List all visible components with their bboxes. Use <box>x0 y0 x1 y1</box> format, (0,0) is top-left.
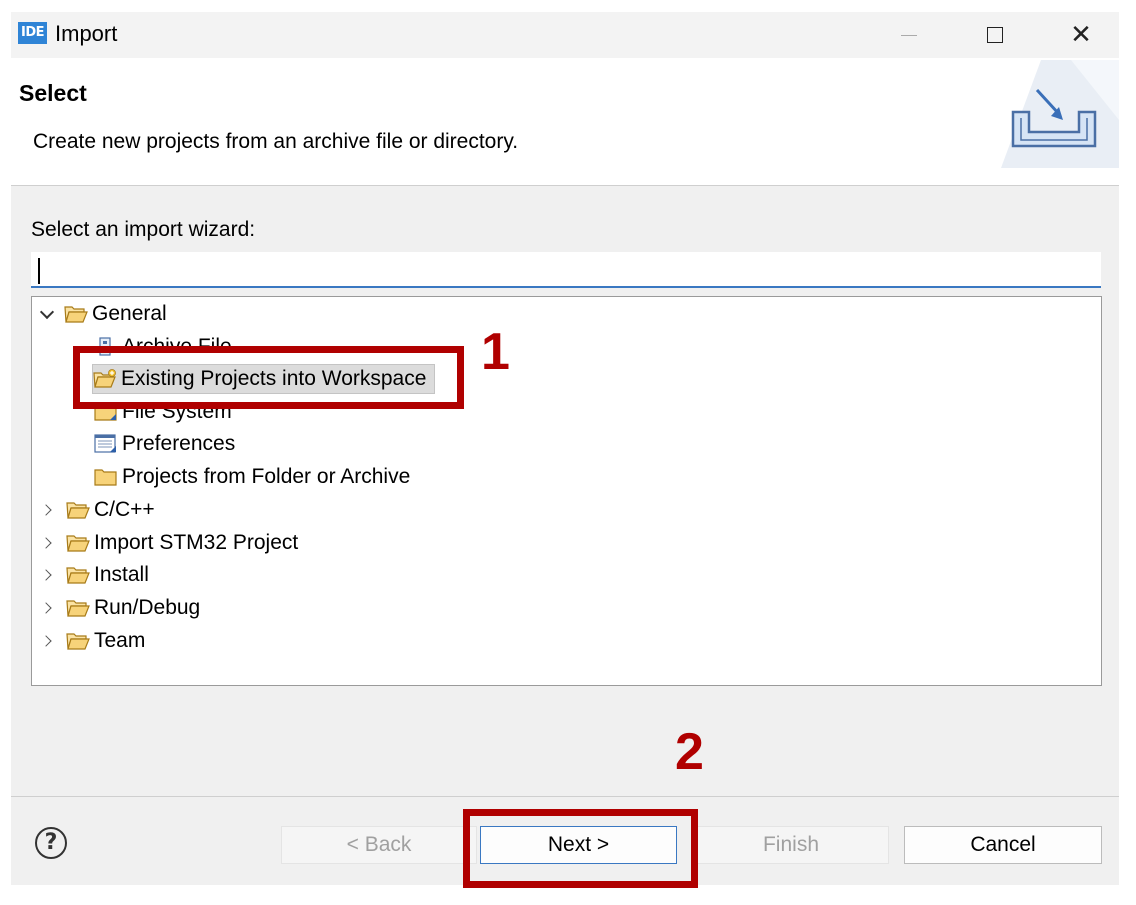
text-caret <box>38 258 40 284</box>
footer-divider <box>11 796 1119 797</box>
tree-node-cpp[interactable]: C/C++ <box>42 495 155 525</box>
tree-node-label: Team <box>94 629 146 652</box>
tree-node-label: Projects from Folder or Archive <box>122 465 411 488</box>
folder-icon <box>94 469 117 486</box>
annotation-number-step1: 1 <box>481 323 510 381</box>
tree-node-team[interactable]: Team <box>42 626 145 656</box>
app-logo-icon: IDE <box>18 22 47 44</box>
annotation-box-step2 <box>463 809 698 888</box>
folder-open-icon <box>66 535 90 552</box>
tree-node-label: C/C++ <box>94 498 155 521</box>
chevron-down-icon[interactable] <box>40 307 54 321</box>
minimize-icon <box>901 34 917 36</box>
wizard-header: Select Create new projects from an archi… <box>11 58 1119 186</box>
folder-open-icon <box>66 567 90 584</box>
folder-open-icon <box>66 600 90 617</box>
import-dialog: IDE Import ✕ Select Create new projects … <box>11 12 1119 888</box>
tree-node-label: General <box>92 302 167 325</box>
chevron-right-icon[interactable] <box>42 536 56 550</box>
folder-open-icon <box>64 306 88 323</box>
tree-node-label: Run/Debug <box>94 596 201 619</box>
page-title: Select <box>19 80 87 106</box>
wizard-filter-input[interactable] <box>31 252 1101 288</box>
tree-node-import-stm32[interactable]: Import STM32 Project <box>42 528 298 558</box>
cancel-button[interactable]: Cancel <box>904 826 1102 864</box>
folder-open-icon <box>66 502 90 519</box>
tree-node-install[interactable]: Install <box>42 560 149 590</box>
folder-open-icon <box>66 633 90 650</box>
chevron-right-icon[interactable] <box>42 634 56 648</box>
chevron-right-icon[interactable] <box>42 568 56 582</box>
wizard-list-label: Select an import wizard: <box>31 218 256 241</box>
tree-node-label: Preferences <box>122 432 236 455</box>
back-button[interactable]: < Back <box>281 826 477 864</box>
title-bar: IDE Import ✕ <box>11 12 1119 58</box>
help-icon[interactable]: ? <box>35 827 67 859</box>
maximize-icon <box>987 27 1003 43</box>
preferences-icon <box>94 434 116 453</box>
tree-node-general[interactable]: General <box>40 299 167 329</box>
close-button[interactable]: ✕ <box>1051 12 1111 58</box>
window-title: Import <box>55 21 118 46</box>
chevron-right-icon[interactable] <box>42 601 56 615</box>
maximize-button[interactable] <box>965 12 1025 58</box>
tree-node-label: Import STM32 Project <box>94 531 299 554</box>
close-icon: ✕ <box>1070 20 1092 50</box>
page-description: Create new projects from an archive file… <box>33 130 519 153</box>
import-wizard-icon <box>1001 60 1119 168</box>
annotation-number-step2: 2 <box>675 723 704 781</box>
annotation-box-step1 <box>73 346 464 409</box>
chevron-right-icon[interactable] <box>42 503 56 517</box>
tree-node-projects-from-folder[interactable]: Projects from Folder or Archive <box>94 462 410 492</box>
tree-node-run-debug[interactable]: Run/Debug <box>42 593 200 623</box>
finish-button[interactable]: Finish <box>693 826 889 864</box>
tree-node-preferences[interactable]: Preferences <box>94 429 235 459</box>
tree-node-label: Install <box>94 563 149 586</box>
minimize-button[interactable] <box>879 12 939 58</box>
